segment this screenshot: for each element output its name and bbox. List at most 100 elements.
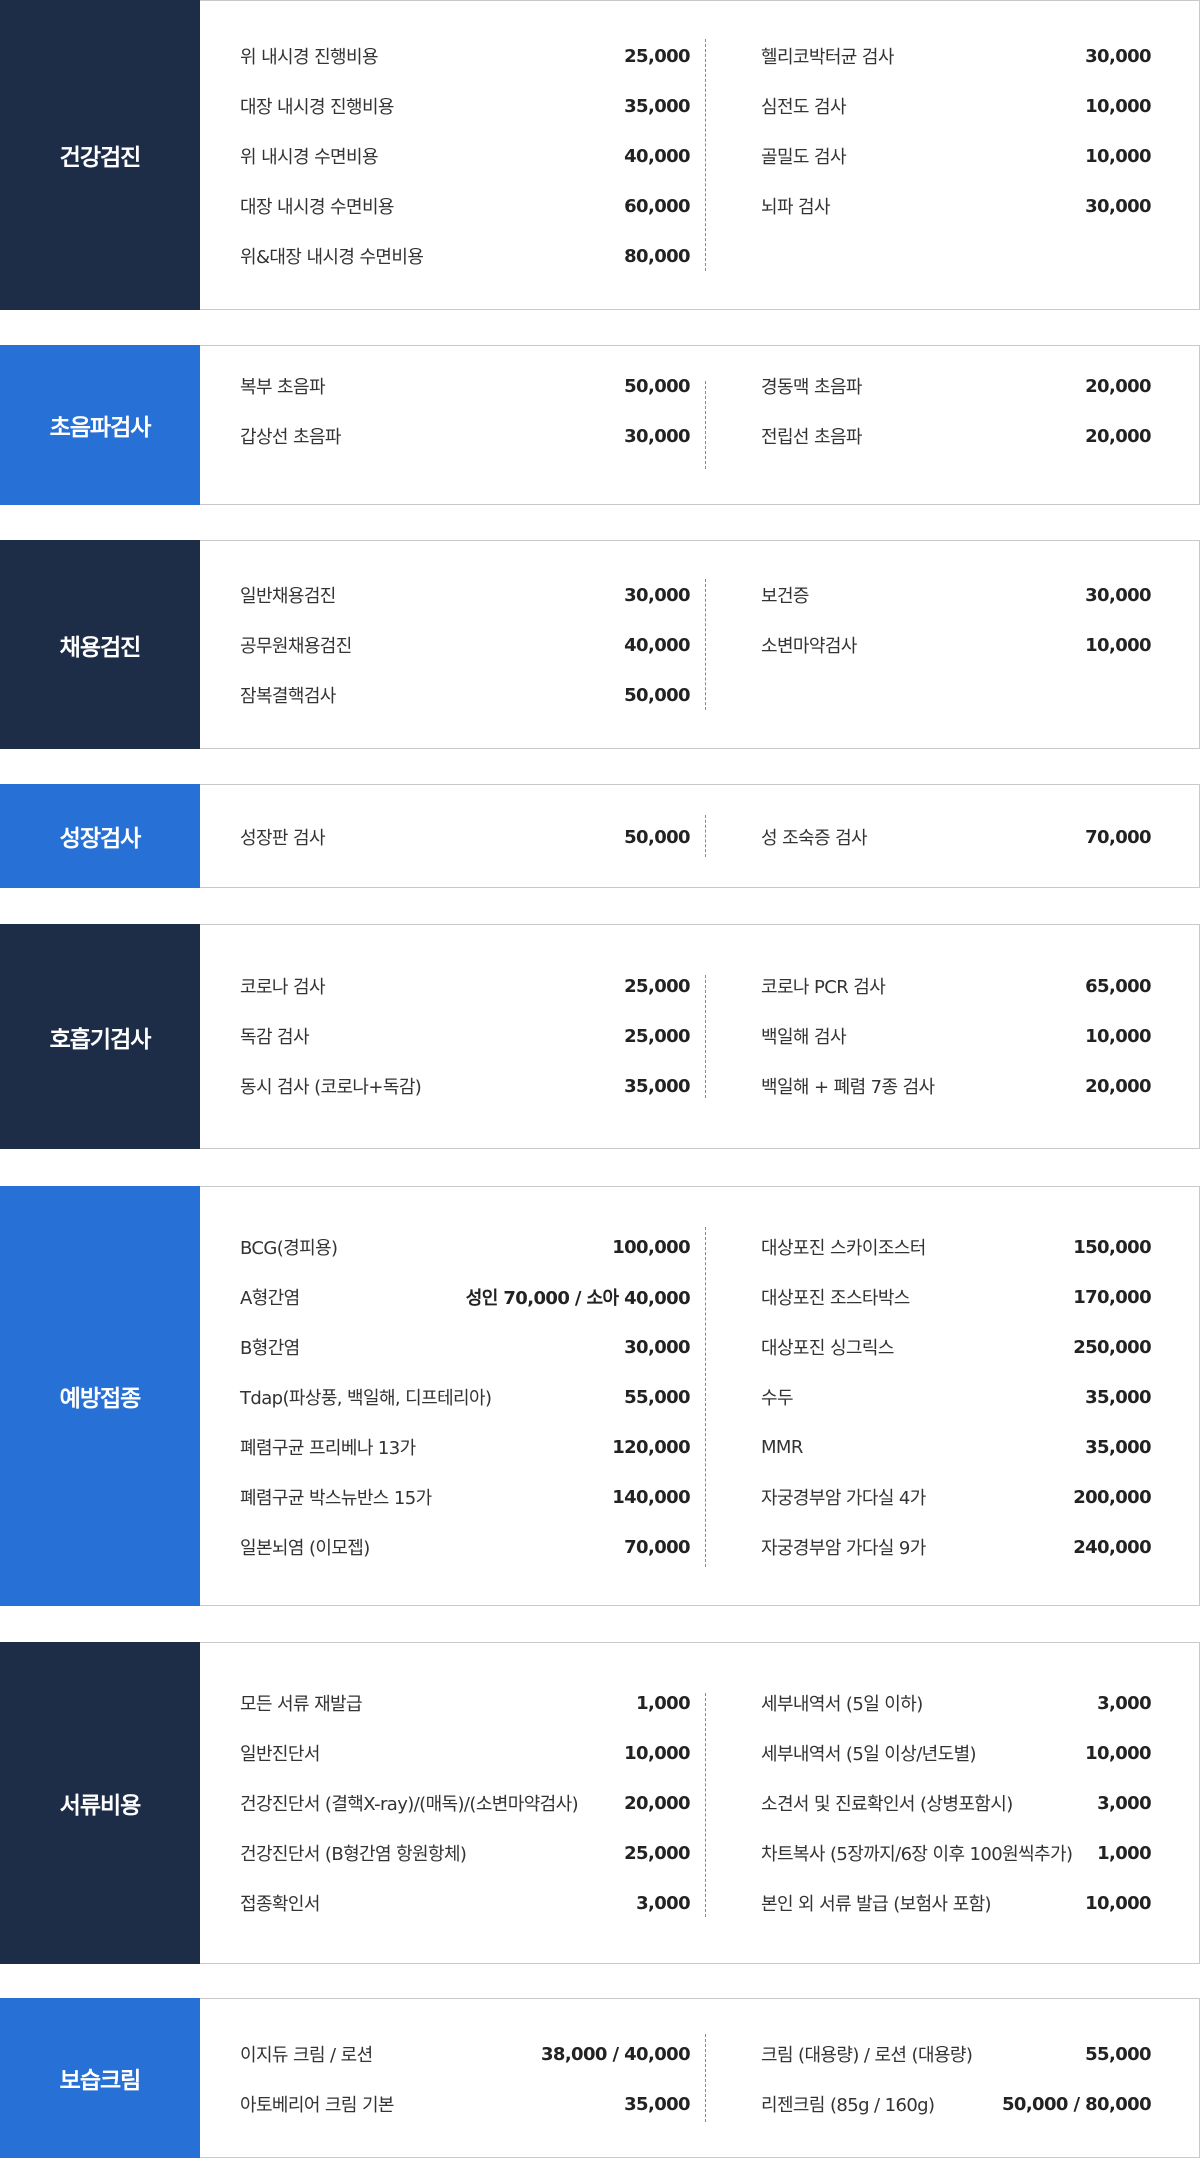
- item-price: 10,000: [1085, 95, 1151, 117]
- price-column-right: 보건증 30,000 소변마약검사 10,000: [761, 541, 1152, 748]
- item-price: 25,000: [624, 1842, 690, 1864]
- price-column-left: 복부 초음파 50,000 갑상선 초음파 30,000: [240, 346, 691, 504]
- item-price: 30,000: [1085, 584, 1151, 606]
- price-column-right: 성 조숙증 검사 70,000: [761, 785, 1152, 887]
- item-name: 헬리코박터균 검사: [761, 47, 894, 68]
- price-row: 본인 외 서류 발급 (보험사 포함) 10,000: [761, 1888, 1152, 1918]
- section-title: 호흡기검사: [0, 924, 200, 1149]
- price-table: 복부 초음파 50,000 갑상선 초음파 30,000 경동맥 초음파 20,000 전립…: [200, 345, 1200, 505]
- item-price: 10,000: [624, 1742, 690, 1764]
- item-name: 크림 (대용량) / 로션 (대용량): [761, 2045, 973, 2066]
- item-name: 갑상선 초음파: [240, 427, 341, 448]
- item-name: 대상포진 조스타박스: [761, 1288, 910, 1309]
- price-row: 대상포진 싱그릭스 250,000: [761, 1332, 1152, 1362]
- price-row: 대상포진 조스타박스 170,000: [761, 1282, 1152, 1312]
- price-row: 대상포진 스카이조스터 150,000: [761, 1232, 1152, 1262]
- item-price: 200,000: [1073, 1486, 1151, 1508]
- item-name: 코로나 PCR 검사: [761, 977, 886, 998]
- price-column-right: 코로나 PCR 검사 65,000 백일해 검사 10,000 백일해 + 폐렴 7종 …: [761, 925, 1152, 1148]
- price-row: 성장판 검사 50,000: [240, 822, 691, 852]
- item-price: 30,000: [1085, 45, 1151, 67]
- item-price: 70,000: [624, 1536, 690, 1558]
- item-price: 35,000: [624, 95, 690, 117]
- section-title: 서류비용: [0, 1642, 200, 1964]
- section-title: 건강검진: [0, 0, 200, 310]
- item-price: 3,000: [1097, 1792, 1152, 1814]
- price-row: B형간염 30,000: [240, 1332, 691, 1362]
- price-column-left: 코로나 검사 25,000 독감 검사 25,000 동시 검사 (코로나+독감) 35,…: [240, 925, 691, 1148]
- item-price: 60,000: [624, 195, 690, 217]
- price-row: 잠복결핵검사 50,000: [240, 680, 691, 710]
- item-name: 건강진단서 (B형간염 항원항체): [240, 1844, 467, 1865]
- item-price: 3,000: [636, 1892, 691, 1914]
- price-section: 채용검진 일반채용검진 30,000 공무원채용검진 40,000 잠복결핵검사 50,00…: [0, 540, 1200, 749]
- price-row: 차트복사 (5장까지/6장 이후 100원씩추가) 1,000: [761, 1838, 1152, 1868]
- price-column-left: 위 내시경 진행비용 25,000 대장 내시경 진행비용 35,000 위 내시경 수…: [240, 1, 691, 309]
- price-row: 골밀도 검사 10,000: [761, 141, 1152, 171]
- item-price: 65,000: [1085, 975, 1151, 997]
- price-row: 코로나 검사 25,000: [240, 971, 691, 1001]
- price-row: 세부내역서 (5일 이하) 3,000: [761, 1688, 1152, 1718]
- price-row: 일본뇌염 (이모젭) 70,000: [240, 1532, 691, 1562]
- item-name: 수두: [761, 1388, 794, 1409]
- item-price: 80,000: [624, 245, 690, 267]
- price-row: 건강진단서 (B형간염 항원항체) 25,000: [240, 1838, 691, 1868]
- item-name: 차트복사 (5장까지/6장 이후 100원씩추가): [761, 1844, 1073, 1865]
- item-price: 25,000: [624, 45, 690, 67]
- price-row: 뇌파 검사 30,000: [761, 191, 1152, 221]
- item-name: 경동맥 초음파: [761, 377, 862, 398]
- price-table: 위 내시경 진행비용 25,000 대장 내시경 진행비용 35,000 위 내시경 수…: [200, 0, 1200, 310]
- price-column-left: 모든 서류 재발급 1,000 일반진단서 10,000 건강진단서 (결핵X-ray)…: [240, 1643, 691, 1963]
- item-price: 30,000: [1085, 195, 1151, 217]
- price-row: 크림 (대용량) / 로션 (대용량) 55,000: [761, 2039, 1152, 2069]
- column-divider: [705, 1693, 706, 1917]
- price-row: 갑상선 초음파 30,000: [240, 421, 691, 451]
- item-price: 50,000 / 80,000: [1001, 2093, 1152, 2115]
- item-name: BCG(경피용): [240, 1238, 338, 1259]
- item-price: 20,000: [1085, 1075, 1151, 1097]
- item-price: 10,000: [1085, 1025, 1151, 1047]
- price-row: 폐렴구균 프리베나 13가 120,000: [240, 1432, 691, 1462]
- price-row: 대장 내시경 수면비용 60,000: [240, 191, 691, 221]
- price-row: 모든 서류 재발급 1,000: [240, 1688, 691, 1718]
- price-row: 소변마약검사 10,000: [761, 630, 1152, 660]
- item-name: 세부내역서 (5일 이하): [761, 1694, 923, 1715]
- item-price: 38,000 / 40,000: [540, 2043, 691, 2065]
- item-price: 35,000: [624, 2093, 690, 2115]
- item-name: 일반채용검진: [240, 586, 336, 607]
- item-name: MMR: [761, 1436, 803, 1458]
- item-name: A형간염: [240, 1288, 300, 1309]
- item-price: 10,000: [1085, 634, 1151, 656]
- item-name: 자궁경부암 가다실 9가: [761, 1538, 926, 1559]
- section-title: 보습크림: [0, 1998, 200, 2158]
- column-divider: [705, 381, 706, 469]
- item-name: 일반진단서: [240, 1744, 320, 1765]
- item-name: 리젠크림 (85g / 160g): [761, 2095, 935, 2116]
- price-row: 복부 초음파 50,000: [240, 371, 691, 401]
- item-name: 위&대장 내시경 수면비용: [240, 247, 424, 268]
- item-name: 소견서 및 진료확인서 (상병포함시): [761, 1794, 1013, 1815]
- column-divider: [705, 815, 706, 857]
- price-column-left: 일반채용검진 30,000 공무원채용검진 40,000 잠복결핵검사 50,000: [240, 541, 691, 748]
- item-price: 70,000: [1085, 826, 1151, 848]
- price-column-right: 경동맥 초음파 20,000 전립선 초음파 20,000: [761, 346, 1152, 504]
- item-price: 35,000: [1085, 1436, 1151, 1458]
- item-name: 접종확인서: [240, 1894, 320, 1915]
- price-row: 폐렴구균 박스뉴반스 15가 140,000: [240, 1482, 691, 1512]
- price-row: BCG(경피용) 100,000: [240, 1232, 691, 1262]
- item-price: 50,000: [624, 826, 690, 848]
- item-name: 세부내역서 (5일 이상/년도별): [761, 1744, 977, 1765]
- item-price: 40,000: [624, 634, 690, 656]
- item-name: 모든 서류 재발급: [240, 1694, 363, 1715]
- item-price: 10,000: [1085, 145, 1151, 167]
- item-name: 성 조숙증 검사: [761, 828, 868, 849]
- price-row: 세부내역서 (5일 이상/년도별) 10,000: [761, 1738, 1152, 1768]
- item-price: 150,000: [1073, 1236, 1151, 1258]
- item-name: 백일해 검사: [761, 1027, 847, 1048]
- price-row: 일반채용검진 30,000: [240, 580, 691, 610]
- price-section: 호흡기검사 코로나 검사 25,000 독감 검사 25,000 동시 검사 (코로나+독…: [0, 924, 1200, 1149]
- item-name: 폐렴구균 박스뉴반스 15가: [240, 1488, 432, 1509]
- item-price: 50,000: [624, 375, 690, 397]
- item-price: 1,000: [636, 1692, 691, 1714]
- column-divider: [705, 39, 706, 271]
